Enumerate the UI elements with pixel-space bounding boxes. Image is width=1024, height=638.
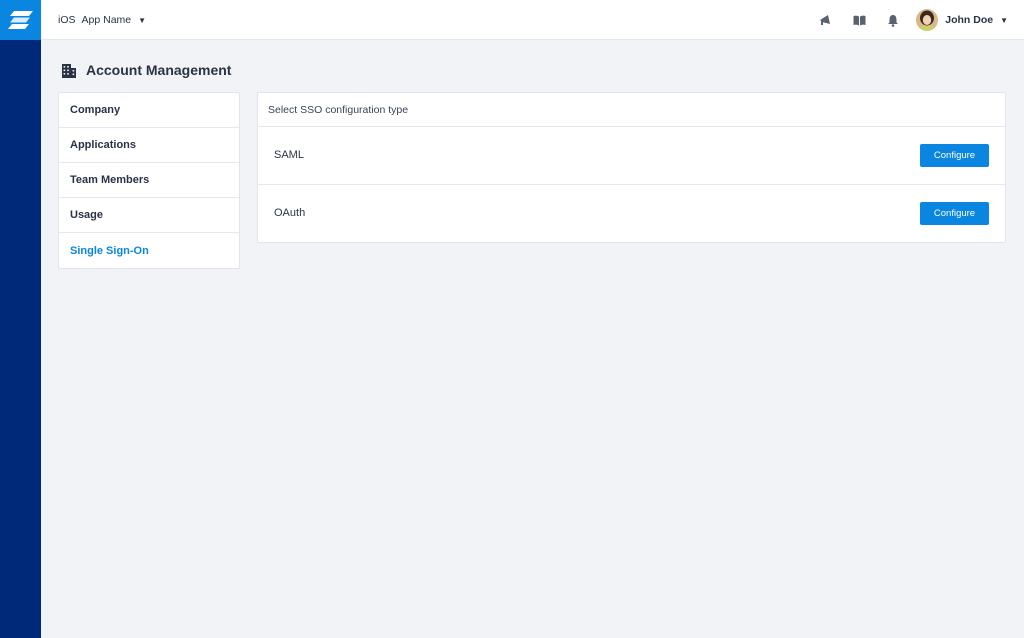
user-menu[interactable]: John Doe ▼ [916,9,1008,31]
book-icon[interactable] [842,0,876,40]
avatar [916,9,939,31]
sidebar-item-applications[interactable]: Applications [59,128,239,163]
sidebar-item-single-sign-on[interactable]: Single Sign-On [59,233,239,268]
platform-label: iOS [58,14,76,26]
logo-icon[interactable] [0,0,41,40]
building-icon [61,63,77,78]
sidebar-item-team-members[interactable]: Team Members [59,163,239,198]
sso-option-label: SAML [274,149,304,162]
user-name: John Doe [945,14,994,26]
account-sidebar: Company Applications Team Members Usage … [58,92,240,269]
page-title: Account Management [86,62,232,78]
sso-panel-heading: Select SSO configuration type [258,93,1005,127]
left-rail [0,0,41,638]
sso-panel: Select SSO configuration type SAML Confi… [257,92,1006,243]
chevron-down-icon: ▼ [138,15,147,25]
megaphone-icon[interactable] [808,0,842,40]
page-header: Account Management [61,60,231,80]
sidebar-item-usage[interactable]: Usage [59,198,239,233]
bell-icon[interactable] [876,0,910,40]
top-bar: iOS App Name ▼ John Doe ▼ [41,0,1024,40]
configure-saml-button[interactable]: Configure [920,143,989,167]
configure-oauth-button[interactable]: Configure [920,201,989,225]
sso-option-oauth: OAuth Configure [258,185,1005,243]
app-name: App Name [81,14,132,26]
sidebar-item-company[interactable]: Company [59,93,239,128]
sso-option-label: OAuth [274,207,306,220]
chevron-down-icon: ▼ [1000,15,1008,25]
sso-option-saml: SAML Configure [258,127,1005,185]
app-switcher[interactable]: iOS App Name ▼ [58,0,146,40]
